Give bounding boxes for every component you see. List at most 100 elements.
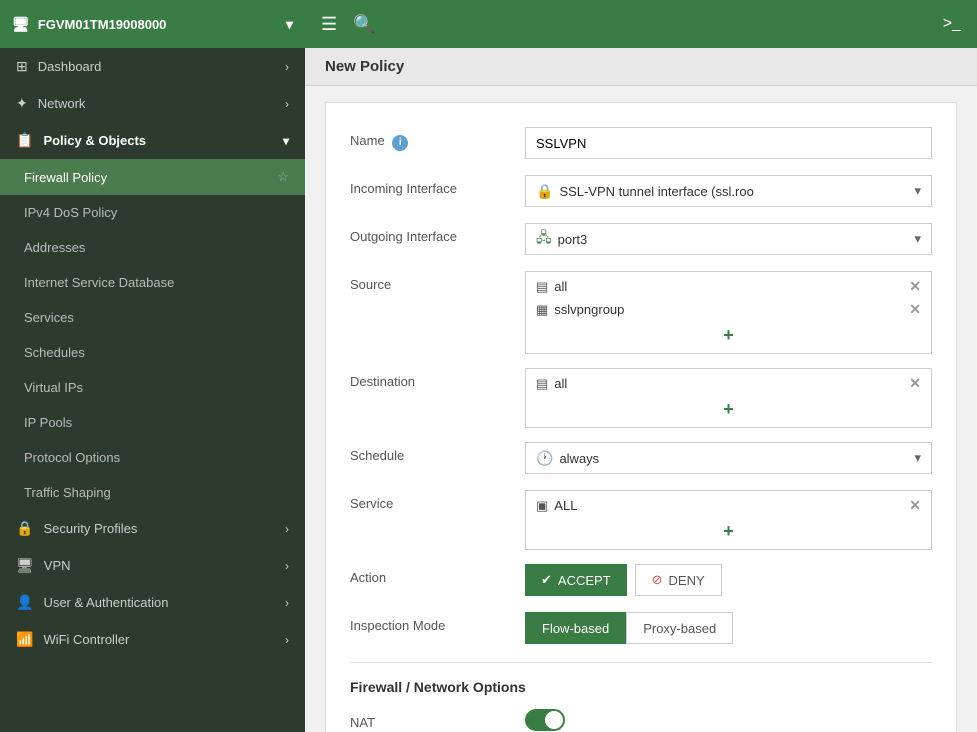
destination-field: ▤ all ✕ + — [525, 368, 932, 428]
terminal-button[interactable]: >_ — [943, 15, 961, 33]
address-icon: ▤ — [536, 376, 548, 392]
flow-based-button[interactable]: Flow-based — [525, 612, 626, 644]
remove-source-all-button[interactable]: ✕ — [909, 278, 921, 295]
dropdown-arrow-icon: ▾ — [914, 231, 921, 247]
info-icon[interactable]: i — [392, 135, 408, 151]
nat-toggle[interactable] — [525, 709, 565, 731]
service-label: Service — [350, 490, 525, 511]
sidebar-label-network: Network — [38, 96, 86, 111]
sidebar-label-wifi: WiFi Controller — [43, 632, 129, 647]
name-input[interactable] — [525, 127, 932, 159]
accept-button[interactable]: ✔ ACCEPT — [525, 564, 627, 596]
outgoing-interface-row: Outgoing Interface 🖧 port3 ▾ — [350, 223, 932, 257]
destination-item-text: all — [554, 376, 909, 391]
sidebar-item-protocol-options[interactable]: Protocol Options — [0, 440, 305, 475]
incoming-interface-value: SSL-VPN tunnel interface (ssl.roo — [559, 184, 753, 199]
source-item-sslvpngroup: ▦ sslvpngroup ✕ — [532, 299, 925, 320]
sidebar-item-virtual-ips[interactable]: Virtual IPs — [0, 370, 305, 405]
action-label: Action — [350, 564, 525, 585]
page-title: New Policy — [305, 48, 977, 86]
schedule-label: Schedule — [350, 442, 525, 463]
sidebar: 🖥 FGVM01TM19008000 ▾ ⊞ Dashboard › ✦ Net… — [0, 0, 305, 732]
sidebar-label-protocol-options: Protocol Options — [24, 450, 120, 465]
chevron-icon: › — [285, 522, 289, 536]
main-content: ☰ 🔍 >_ New Policy Name i Incoming Interf… — [305, 0, 977, 732]
remove-source-group-button[interactable]: ✕ — [909, 301, 921, 318]
sidebar-item-user-auth[interactable]: 👤 User & Authentication › — [0, 584, 305, 621]
sidebar-item-services[interactable]: Services — [0, 300, 305, 335]
firewall-section-title: Firewall / Network Options — [350, 679, 932, 695]
source-row: Source ▤ all ✕ ▦ sslvpngroup ✕ + — [350, 271, 932, 354]
proxy-based-button[interactable]: Proxy-based — [626, 612, 733, 644]
interface-icon: 🔒 — [536, 183, 553, 200]
service-item-text: ALL — [554, 498, 909, 513]
sidebar-item-traffic-shaping[interactable]: Traffic Shaping — [0, 475, 305, 510]
sidebar-item-firewall-policy[interactable]: Firewall Policy ☆ — [0, 159, 305, 195]
sidebar-label-security: Security Profiles — [43, 521, 137, 536]
sidebar-item-internet-service-db[interactable]: Internet Service Database — [0, 265, 305, 300]
sidebar-label-traffic-shaping: Traffic Shaping — [24, 485, 111, 500]
sidebar-label-user-auth: User & Authentication — [43, 595, 168, 610]
vpn-icon: 🖥 — [16, 557, 34, 574]
destination-label: Destination — [350, 368, 525, 389]
incoming-interface-dropdown[interactable]: 🔒 SSL-VPN tunnel interface (ssl.roo ▾ — [525, 175, 932, 207]
remove-service-button[interactable]: ✕ — [909, 497, 921, 514]
outgoing-interface-label: Outgoing Interface — [350, 223, 525, 244]
sidebar-item-ip-pools[interactable]: IP Pools — [0, 405, 305, 440]
sidebar-label-policy: Policy & Objects — [43, 133, 146, 148]
policy-icon: 📋 — [16, 132, 33, 149]
add-destination-button[interactable]: + — [532, 396, 925, 423]
schedule-dropdown[interactable]: 🕐 always ▾ — [525, 442, 932, 474]
new-policy-form: Name i Incoming Interface 🔒 SSL-VPN tunn… — [325, 102, 957, 732]
sidebar-item-vpn[interactable]: 🖥 VPN › — [0, 547, 305, 584]
add-source-button[interactable]: + — [532, 322, 925, 349]
content-area: New Policy Name i Incoming Interface 🔒 — [305, 48, 977, 732]
sidebar-item-policy-objects[interactable]: 📋 Policy & Objects ▾ — [0, 122, 305, 159]
source-field: ▤ all ✕ ▦ sslvpngroup ✕ + — [525, 271, 932, 354]
nat-field — [525, 709, 932, 732]
service-multi: ▣ ALL ✕ + — [525, 490, 932, 550]
nat-label: NAT — [350, 709, 525, 730]
sidebar-item-wifi[interactable]: 📶 WiFi Controller › — [0, 621, 305, 658]
sidebar-label-vpn: VPN — [44, 558, 71, 573]
action-row: Action ✔ ACCEPT ⊘ DENY — [350, 564, 932, 598]
source-item-group-text: sslvpngroup — [554, 302, 909, 317]
search-button[interactable]: 🔍 — [353, 14, 375, 35]
schedule-icon: 🕐 — [536, 450, 553, 467]
sidebar-label-internet-service: Internet Service Database — [24, 275, 174, 290]
chevron-icon: › — [285, 596, 289, 610]
outgoing-interface-dropdown[interactable]: 🖧 port3 ▾ — [525, 223, 932, 255]
incoming-interface-field: 🔒 SSL-VPN tunnel interface (ssl.roo ▾ — [525, 175, 932, 207]
user-icon: 👤 — [16, 594, 33, 611]
sidebar-item-ipv4-dos[interactable]: IPv4 DoS Policy — [0, 195, 305, 230]
sidebar-item-dashboard[interactable]: ⊞ Dashboard › — [0, 48, 305, 85]
sidebar-label-ip-pools: IP Pools — [24, 415, 72, 430]
wifi-icon: 📶 — [16, 631, 33, 648]
chevron-down-icon: ▾ — [283, 134, 289, 148]
sidebar-label-firewall: Firewall Policy — [24, 170, 277, 185]
sidebar-item-schedules[interactable]: Schedules — [0, 335, 305, 370]
sidebar-item-network[interactable]: ✦ Network › — [0, 85, 305, 122]
checkmark-icon: ✔ — [541, 572, 552, 588]
destination-multi: ▤ all ✕ + — [525, 368, 932, 428]
menu-button[interactable]: ☰ — [321, 14, 337, 35]
sidebar-chevron-icon[interactable]: ▾ — [286, 16, 293, 33]
deny-button[interactable]: ⊘ DENY — [635, 564, 722, 596]
sidebar-header[interactable]: 🖥 FGVM01TM19008000 ▾ — [0, 0, 305, 48]
sidebar-item-addresses[interactable]: Addresses — [0, 230, 305, 265]
remove-destination-button[interactable]: ✕ — [909, 375, 921, 392]
chevron-icon: › — [285, 559, 289, 573]
port-icon: 🖧 — [536, 227, 552, 251]
name-row: Name i — [350, 127, 932, 161]
dropdown-arrow-icon: ▾ — [914, 183, 921, 199]
action-buttons: ✔ ACCEPT ⊘ DENY — [525, 564, 932, 596]
device-name: FGVM01TM19008000 — [38, 17, 286, 32]
sidebar-label-schedules: Schedules — [24, 345, 85, 360]
inspection-mode-field: Flow-based Proxy-based — [525, 612, 932, 644]
inspection-buttons: Flow-based Proxy-based — [525, 612, 932, 644]
schedule-field: 🕐 always ▾ — [525, 442, 932, 474]
sidebar-item-security-profiles[interactable]: 🔒 Security Profiles › — [0, 510, 305, 547]
add-service-button[interactable]: + — [532, 518, 925, 545]
name-field — [525, 127, 932, 159]
address-icon: ▤ — [536, 279, 548, 295]
